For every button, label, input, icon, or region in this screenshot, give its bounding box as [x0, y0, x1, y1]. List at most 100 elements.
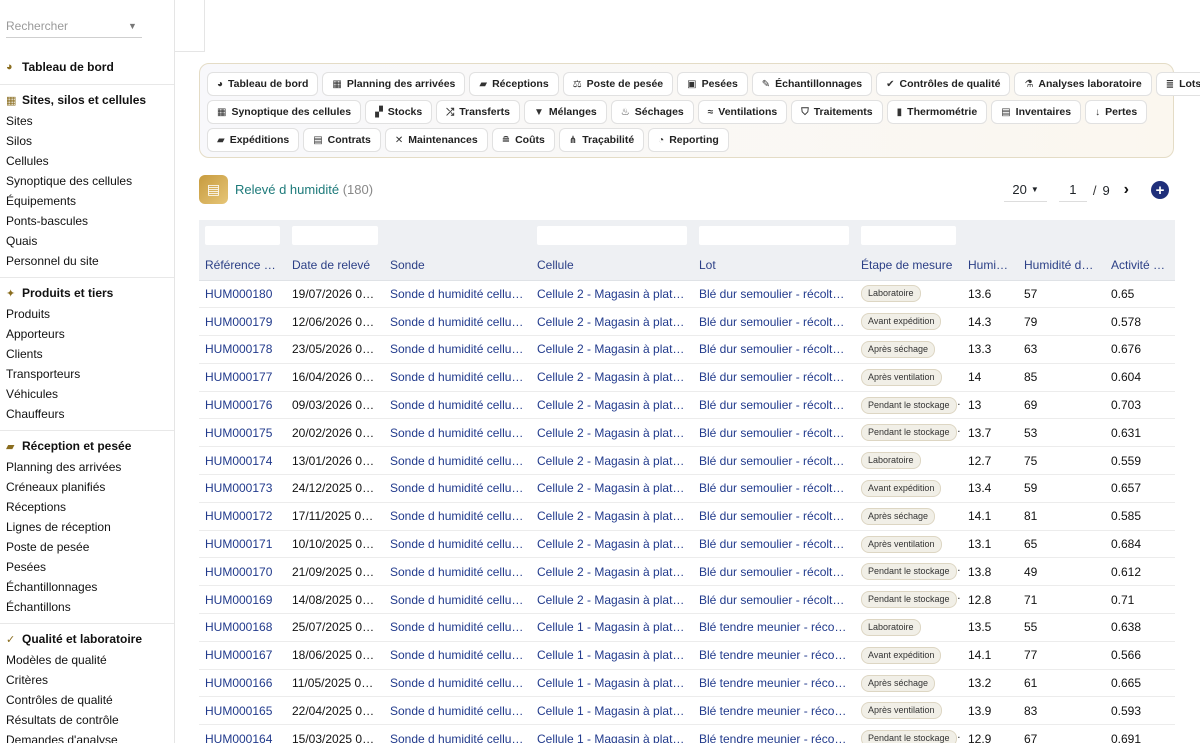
sidebar-item-pesees[interactable]: Pesées — [0, 557, 174, 577]
sidebar-item-apporteurs[interactable]: Apporteurs — [0, 324, 174, 344]
cell-sonde[interactable]: Sonde d humidité cellule 20 — [384, 418, 531, 448]
module-button-controles-de-qualite[interactable]: ✔ Contrôles de qualité — [876, 72, 1011, 96]
table-row[interactable]: HUM000178 23/05/2026 09:00 Sonde d humidit… — [199, 335, 1175, 364]
cell-ref[interactable]: HUM000173 — [199, 474, 286, 503]
table-row[interactable]: HUM000179 12/06/2026 09:00 Sonde d humidit… — [199, 307, 1175, 337]
cell-lot[interactable]: Blé tendre meunier - récolte… — [693, 669, 855, 698]
module-button-lots[interactable]: ≣ Lots — [1155, 72, 1200, 96]
cell-ref[interactable]: HUM000178 — [199, 335, 286, 364]
column-header-reference-d[interactable]: Référence d… — [199, 250, 286, 281]
module-button-synoptique-des-cellules[interactable]: ▦ Synoptique des cellules — [207, 100, 362, 124]
module-button-contrats[interactable]: ▤ Contrats — [303, 128, 381, 152]
module-button-pertes[interactable]: ↓ Pertes — [1085, 100, 1148, 124]
column-header-etape-de-mesure[interactable]: Étape de mesure — [855, 250, 962, 281]
cell-ref[interactable]: HUM000164 — [199, 724, 286, 743]
module-button-couts[interactable]: ≘ Coûts — [491, 128, 555, 152]
cell-sonde[interactable]: Sonde d humidité cellule 20 — [384, 280, 531, 309]
cell-cellule[interactable]: Cellule 2 - Magasin à plat R… — [531, 530, 693, 559]
sidebar-item-modeles-de-qualite[interactable]: Modèles de qualité — [0, 650, 174, 670]
cell-sonde[interactable]: Sonde d humidité cellule 20 — [384, 557, 531, 587]
cell-ref[interactable]: HUM000177 — [199, 363, 286, 392]
cell-sonde[interactable]: Sonde d humidité cellule 19 — [384, 613, 531, 642]
cell-ref[interactable]: HUM000165 — [199, 696, 286, 726]
chevron-down-icon[interactable]: ▼ — [128, 21, 137, 31]
cell-cellule[interactable]: Cellule 2 - Magasin à plat R… — [531, 474, 693, 503]
page-size-select[interactable]: 20 ▼ — [1004, 178, 1047, 202]
sidebar-section-title[interactable]: ✦ Produits et tiers — [0, 282, 174, 304]
sidebar-item-criteres[interactable]: Critères — [0, 670, 174, 690]
module-button-pesees[interactable]: ▣ Pesées — [677, 72, 748, 96]
sidebar-section-title[interactable]: ▰ Réception et pesée — [0, 435, 174, 457]
sidebar-item-resultats-de-controle[interactable]: Résultats de contrôle — [0, 710, 174, 730]
column-filter-input[interactable] — [205, 225, 280, 245]
module-button-maintenances[interactable]: ✕ Maintenances — [384, 128, 488, 152]
cell-cellule[interactable]: Cellule 2 - Magasin à plat R… — [531, 363, 693, 392]
cell-sonde[interactable]: Sonde d humidité cellule 19 — [384, 696, 531, 726]
next-page-icon[interactable]: › — [1124, 181, 1129, 199]
column-filter-input[interactable] — [292, 225, 378, 245]
cell-lot[interactable]: Blé dur semoulier - récolte 2… — [693, 557, 855, 587]
cell-cellule[interactable]: Cellule 2 - Magasin à plat R… — [531, 391, 693, 420]
sidebar-item-ponts-bascules[interactable]: Ponts-bascules — [0, 211, 174, 231]
column-header-date-de-releve[interactable]: Date de relevé — [286, 250, 384, 281]
sidebar-item-controles-de-qualite[interactable]: Contrôles de qualité — [0, 690, 174, 710]
column-filter-input[interactable] — [537, 225, 687, 245]
table-row[interactable]: HUM000169 14/08/2025 09:00 Sonde d humidit… — [199, 585, 1175, 615]
cell-cellule[interactable]: Cellule 1 - Magasin à plat R… — [531, 696, 693, 726]
sidebar-item-clients[interactable]: Clients — [0, 344, 174, 364]
cell-cellule[interactable]: Cellule 2 - Magasin à plat R… — [531, 335, 693, 364]
module-button-sechages[interactable]: ♨ Séchages — [610, 100, 694, 124]
cell-ref[interactable]: HUM000166 — [199, 669, 286, 698]
column-header-humidite[interactable]: Humidité — [962, 250, 1018, 281]
table-row[interactable]: HUM000175 20/02/2026 09:00 Sonde d humidit… — [199, 418, 1175, 448]
module-button-tracabilite[interactable]: ⋔ Traçabilité — [558, 128, 645, 152]
add-record-icon[interactable]: + — [1151, 181, 1169, 199]
table-row[interactable]: HUM000180 19/07/2026 09:00 Sonde d humidit… — [199, 280, 1175, 309]
sidebar-item-demandes-d-analyse[interactable]: Demandes d'analyse — [0, 730, 174, 743]
sidebar-item-lignes-de-reception[interactable]: Lignes de réception — [0, 517, 174, 537]
cell-lot[interactable]: Blé dur semoulier - récolte 2… — [693, 585, 855, 615]
table-row[interactable]: HUM000173 24/12/2025 09:00 Sonde d humidit… — [199, 474, 1175, 503]
sidebar-item-chauffeurs[interactable]: Chauffeurs — [0, 404, 174, 424]
cell-sonde[interactable]: Sonde d humidité cellule 20 — [384, 363, 531, 392]
sidebar-item-sites[interactable]: Sites — [0, 111, 174, 131]
cell-lot[interactable]: Blé tendre meunier - récolte… — [693, 696, 855, 726]
table-row[interactable]: HUM000171 10/10/2025 09:00 Sonde d humidit… — [199, 530, 1175, 559]
column-header-lot[interactable]: Lot — [693, 250, 855, 281]
table-row[interactable]: HUM000174 13/01/2026 09:00 Sonde d humidit… — [199, 446, 1175, 476]
sidebar-item-personnel-du-site[interactable]: Personnel du site — [0, 251, 174, 271]
module-button-traitements[interactable]: ⛉ Traitements — [791, 100, 883, 124]
cell-cellule[interactable]: Cellule 1 - Magasin à plat R… — [531, 669, 693, 698]
cell-sonde[interactable]: Sonde d humidité cellule 19 — [384, 641, 531, 670]
cell-lot[interactable]: Blé tendre meunier - récolte… — [693, 613, 855, 642]
module-button-inventaires[interactable]: ▤ Inventaires — [991, 100, 1082, 124]
cell-lot[interactable]: Blé dur semoulier - récolte 2… — [693, 391, 855, 420]
module-button-poste-de-pesee[interactable]: ⚖ Poste de pesée — [562, 72, 674, 96]
cell-lot[interactable]: Blé dur semoulier - récolte 2… — [693, 502, 855, 531]
table-row[interactable]: HUM000172 17/11/2025 09:00 Sonde d humidit… — [199, 502, 1175, 531]
module-button-melanges[interactable]: ▼ Mélanges — [524, 100, 607, 124]
module-button-analyses-laboratoire[interactable]: ⚗ Analyses laboratoire — [1014, 72, 1152, 96]
cell-ref[interactable]: HUM000172 — [199, 502, 286, 531]
cell-lot[interactable]: Blé dur semoulier - récolte 2… — [693, 335, 855, 364]
column-header-cellule[interactable]: Cellule — [531, 250, 693, 281]
sidebar-section-title[interactable]: ▦ Sites, silos et cellules — [0, 89, 174, 111]
sidebar-item-creneaux-planifies[interactable]: Créneaux planifiés — [0, 477, 174, 497]
module-button-thermometrie[interactable]: ▮ Thermométrie — [886, 100, 988, 124]
table-row[interactable]: HUM000177 16/04/2026 09:00 Sonde d humidit… — [199, 363, 1175, 392]
sidebar-item-transporteurs[interactable]: Transporteurs — [0, 364, 174, 384]
table-row[interactable]: HUM000176 09/03/2026 09:00 Sonde d humidit… — [199, 391, 1175, 420]
cell-sonde[interactable]: Sonde d humidité cellule 20 — [384, 335, 531, 364]
cell-ref[interactable]: HUM000168 — [199, 613, 286, 642]
cell-ref[interactable]: HUM000171 — [199, 530, 286, 559]
module-button-receptions[interactable]: ▰ Réceptions — [469, 72, 559, 96]
cell-sonde[interactable]: Sonde d humidité cellule 20 — [384, 502, 531, 531]
table-row[interactable]: HUM000168 25/07/2025 09:00 Sonde d humidit… — [199, 613, 1175, 642]
sidebar-section-title[interactable]: ✓ Qualité et laboratoire — [0, 628, 174, 650]
search-input[interactable] — [6, 18, 124, 33]
cell-lot[interactable]: Blé dur semoulier - récolte 2… — [693, 307, 855, 337]
cell-ref[interactable]: HUM000179 — [199, 307, 286, 337]
sidebar-item-vehicules[interactable]: Véhicules — [0, 384, 174, 404]
table-row[interactable]: HUM000167 18/06/2025 09:00 Sonde d humidit… — [199, 641, 1175, 670]
cell-cellule[interactable]: Cellule 1 - Magasin à plat R… — [531, 641, 693, 670]
